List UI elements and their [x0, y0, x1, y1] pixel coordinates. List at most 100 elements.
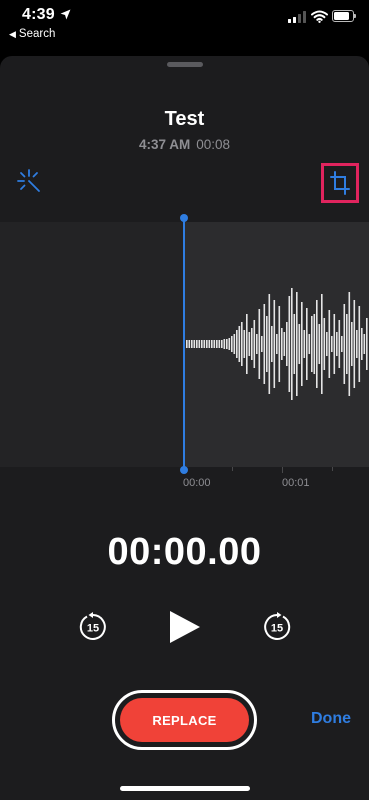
sheet-grabber[interactable] [167, 62, 203, 67]
waveform-bar [206, 340, 208, 348]
waveform-bar [226, 339, 228, 349]
playhead-top-handle[interactable] [179, 214, 188, 222]
waveform-bar [336, 332, 338, 356]
timeline-tick [282, 467, 283, 473]
waveform-bar [268, 294, 271, 394]
waveform-bar [363, 334, 366, 354]
waveform-bar [296, 292, 298, 396]
waveform-bar [263, 304, 266, 384]
done-button[interactable]: Done [311, 710, 351, 728]
waveform-bar [201, 340, 203, 348]
status-bar: 4:39 ◀ Search [0, 0, 369, 56]
elapsed-time: 00:00.00 [107, 531, 262, 573]
status-time: 4:39 [22, 6, 55, 23]
waveform-bar [278, 306, 281, 382]
waveform-bar [228, 338, 231, 350]
recording-duration: 00:08 [196, 137, 231, 152]
waveform-bar [283, 332, 286, 356]
replace-button-ring: REPLACE [112, 690, 257, 750]
waveform-bar [276, 334, 278, 354]
waveform-bar [326, 332, 328, 356]
waveform-bar [331, 336, 333, 352]
waveform-bar [323, 318, 326, 370]
waveform-bar [346, 314, 348, 374]
waveform-bar [316, 300, 318, 388]
recording-meta: 4:37 AM 00:08 [0, 137, 369, 152]
waveform-bar [203, 340, 206, 348]
wifi-icon [311, 10, 328, 23]
waveform-bar [293, 314, 296, 374]
waveform-bar [208, 340, 211, 348]
waveform-bar [251, 328, 253, 360]
waveform-bar [213, 340, 216, 348]
waveform-bar [333, 314, 336, 374]
waveform-bar [351, 322, 353, 366]
play-button[interactable] [166, 609, 202, 645]
waveform-bar [358, 306, 361, 382]
waveform-bar [233, 334, 236, 354]
crop-icon [330, 171, 350, 195]
waveform-bar [218, 340, 221, 348]
skip-forward-15-button[interactable]: 15 [262, 612, 292, 642]
skip-forward-label: 15 [271, 623, 283, 635]
waveform-bar [211, 340, 213, 348]
waveform-bar [231, 336, 233, 352]
back-to-search-link[interactable]: ◀ Search [9, 28, 55, 40]
waveform-bar [246, 314, 248, 374]
trim-button[interactable] [321, 163, 359, 203]
waveform-bar [266, 316, 268, 372]
waveform-bar [186, 340, 188, 348]
waveform-bar [306, 308, 308, 380]
magic-wand-sparkle-icon[interactable] [16, 168, 42, 194]
waveform-area[interactable] [0, 222, 369, 467]
waveform-bar [361, 328, 363, 360]
waveform-bar [191, 340, 193, 348]
waveform-bar [216, 340, 218, 348]
recording-title[interactable]: Test [0, 108, 369, 131]
waveform-bar [348, 292, 351, 396]
home-indicator[interactable] [120, 786, 250, 791]
location-arrow-icon [60, 9, 71, 20]
waveform-bar [188, 340, 191, 348]
waveform-bar [303, 330, 306, 358]
waveform-bar [311, 316, 313, 372]
skip-back-label: 15 [87, 623, 99, 635]
waveform-bar [281, 328, 283, 360]
waveform-bar [301, 302, 303, 386]
waveform-bar [198, 340, 201, 348]
waveform-bar [248, 332, 251, 356]
timeline-tick [332, 467, 333, 471]
waveform-bar [366, 318, 368, 370]
skip-back-15-button[interactable]: 15 [78, 612, 108, 642]
cellular-signal-icon [288, 11, 306, 23]
waveform-bar [321, 294, 323, 394]
waveform-bar [258, 309, 261, 379]
waveform [186, 288, 368, 400]
back-label: Search [18, 28, 56, 40]
waveform-bar [308, 334, 311, 354]
waveform-bar [223, 339, 226, 349]
waveform-bar [328, 310, 331, 378]
waveform-bar [341, 336, 343, 352]
waveform-bar [238, 326, 241, 362]
waveform-bar [286, 322, 288, 366]
playhead-bottom-handle[interactable] [179, 466, 188, 474]
waveform-bar [356, 330, 358, 358]
timeline-tick [232, 467, 233, 471]
waveform-bar [193, 340, 196, 348]
replace-button[interactable]: REPLACE [120, 698, 249, 742]
waveform-bar [236, 330, 238, 358]
waveform-bar [221, 340, 223, 348]
waveform-bar [313, 314, 316, 374]
waveform-bar [288, 296, 291, 392]
playhead[interactable] [179, 214, 188, 474]
waveform-bar [243, 330, 246, 358]
waveform-bar [291, 288, 293, 400]
waveform-bar [338, 320, 341, 368]
timeline-label: 00:01 [282, 477, 310, 489]
waveform-bar [261, 336, 263, 352]
waveform-bar [298, 324, 301, 364]
waveform-bar [271, 326, 273, 362]
waveform-bar [196, 340, 198, 348]
battery-icon [332, 10, 356, 22]
